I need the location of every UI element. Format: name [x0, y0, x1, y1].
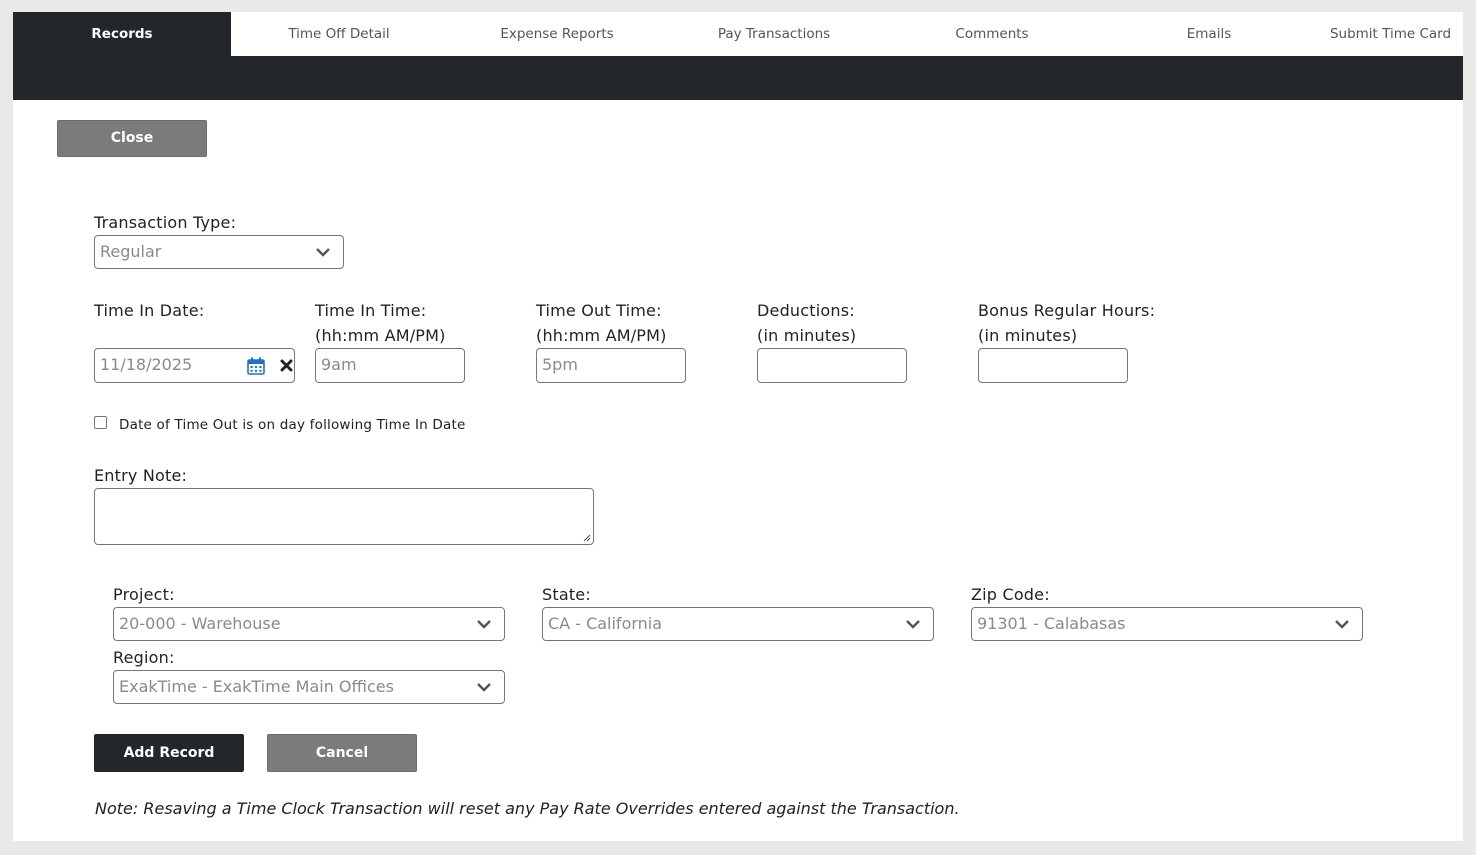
region-value: ExakTime - ExakTime Main Offices: [119, 677, 394, 696]
project-select[interactable]: 20-000 - Warehouse: [113, 607, 505, 641]
zip-code-value: 91301 - Calabasas: [977, 614, 1126, 633]
tab-time-off-detail[interactable]: Time Off Detail: [231, 12, 447, 56]
transaction-type-label: Transaction Type:: [94, 213, 237, 232]
next-day-checkbox[interactable]: [94, 416, 107, 429]
next-day-checkbox-label: Date of Time Out is on day following Tim…: [119, 417, 466, 433]
deductions-hint: (in minutes): [757, 326, 857, 345]
tab-expense-reports[interactable]: Expense Reports: [448, 12, 666, 56]
time-in-time-hint: (hh:mm AM/PM): [315, 326, 446, 345]
time-out-time-label: Time Out Time:: [536, 301, 662, 320]
transaction-type-select[interactable]: Regular: [94, 235, 344, 269]
entry-note-textarea[interactable]: [94, 488, 594, 545]
add-record-button[interactable]: Add Record: [94, 734, 244, 772]
tab-emails[interactable]: Emails: [1101, 12, 1317, 56]
header-band: [13, 56, 1463, 100]
tab-pay-transactions[interactable]: Pay Transactions: [666, 12, 882, 56]
region-select[interactable]: ExakTime - ExakTime Main Offices: [113, 670, 505, 704]
chevron-down-icon: [1335, 620, 1349, 629]
state-select[interactable]: CA - California: [542, 607, 934, 641]
bonus-hours-label: Bonus Regular Hours:: [978, 301, 1156, 320]
state-value: CA - California: [548, 614, 663, 633]
time-in-date-field[interactable]: 11/18/2025: [94, 348, 295, 383]
deductions-label: Deductions:: [757, 301, 855, 320]
zip-code-select[interactable]: 91301 - Calabasas: [971, 607, 1363, 641]
project-label: Project:: [113, 585, 175, 604]
region-label: Region:: [113, 648, 175, 667]
chevron-down-icon: [477, 683, 491, 692]
chevron-down-icon: [906, 620, 920, 629]
resave-note: Note: Resaving a Time Clock Transaction …: [95, 799, 960, 818]
zip-code-label: Zip Code:: [971, 585, 1050, 604]
time-record-panel: Records Time Off Detail Expense Reports …: [13, 12, 1463, 841]
cancel-button[interactable]: Cancel: [267, 734, 417, 772]
bonus-hours-input[interactable]: [978, 348, 1128, 383]
chevron-down-icon: [316, 248, 330, 257]
time-out-time-hint: (hh:mm AM/PM): [536, 326, 667, 345]
tab-bar: Records Time Off Detail Expense Reports …: [13, 12, 1463, 56]
tab-comments[interactable]: Comments: [883, 12, 1101, 56]
time-in-date-label: Time In Date:: [94, 301, 205, 320]
state-label: State:: [542, 585, 591, 604]
close-button[interactable]: Close: [57, 120, 207, 157]
resize-handle-icon[interactable]: [583, 534, 591, 542]
tab-records[interactable]: Records: [13, 12, 231, 56]
time-in-time-input[interactable]: 9am: [315, 348, 465, 383]
time-out-time-input[interactable]: 5pm: [536, 348, 686, 383]
bonus-hours-hint: (in minutes): [978, 326, 1078, 345]
transaction-type-value: Regular: [100, 242, 162, 261]
time-in-date-value: 11/18/2025: [100, 355, 193, 374]
clear-date-icon[interactable]: [280, 359, 293, 372]
tab-submit-time-card[interactable]: Submit Time Card: [1318, 12, 1463, 56]
entry-note-label: Entry Note:: [94, 466, 188, 485]
calendar-icon[interactable]: [247, 357, 265, 375]
time-in-time-label: Time In Time:: [315, 301, 427, 320]
deductions-input[interactable]: [757, 348, 907, 383]
chevron-down-icon: [477, 620, 491, 629]
project-value: 20-000 - Warehouse: [119, 614, 281, 633]
